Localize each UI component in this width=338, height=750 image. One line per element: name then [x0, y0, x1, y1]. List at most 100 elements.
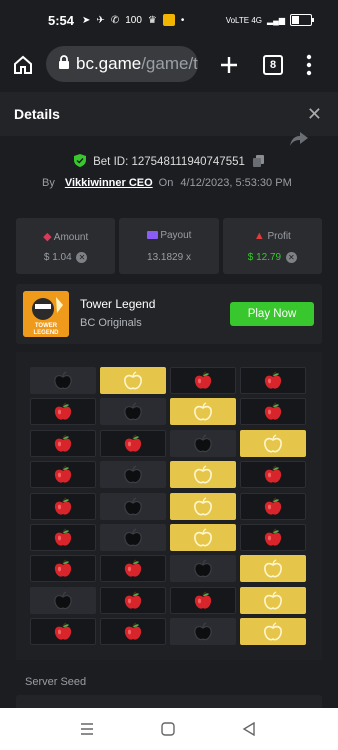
tower-cell-bomb — [170, 555, 236, 582]
tower-cell-gold — [240, 555, 306, 582]
more-menu-icon[interactable] — [305, 54, 313, 76]
apple-icon — [53, 401, 73, 422]
tower-cell-bomb — [100, 493, 166, 520]
status-bar: 5:54 ➤ ✈ ✆ 100 ♛ • VoLTE 4G ▂▄▆ — [0, 0, 338, 40]
tower-cell-apple — [170, 367, 236, 394]
apple-icon — [53, 558, 73, 579]
bet-datetime: 4/12/2023, 5:53:30 PM — [180, 177, 292, 189]
bomb-apple-icon — [123, 496, 143, 517]
home-nav-icon[interactable] — [161, 722, 175, 736]
profit-value-row: $ 12.79 ✕ — [223, 252, 322, 263]
game-name: Tower Legend — [80, 297, 156, 311]
apple-icon — [263, 370, 283, 391]
tower-cell-bomb — [170, 430, 236, 457]
currency-icon: ✕ — [285, 252, 297, 263]
gold-apple-icon — [193, 464, 213, 485]
tower-cell-apple — [100, 587, 166, 614]
on-label: On — [158, 177, 174, 189]
verified-shield-icon — [73, 154, 86, 170]
bet-id-label: Bet ID: — [93, 156, 129, 169]
amount-stat: ◆ Amount $ 1.04 ✕ — [16, 218, 116, 274]
recents-icon[interactable] — [80, 723, 94, 735]
new-tab-icon[interactable] — [219, 55, 239, 75]
gold-apple-icon — [263, 558, 283, 579]
home-icon[interactable] — [12, 54, 34, 76]
signal-text: VoLTE 4G — [225, 15, 263, 25]
bomb-apple-icon — [123, 464, 143, 485]
tower-cell-gold — [240, 618, 306, 645]
dot-icon: • — [180, 14, 185, 26]
profit-icon: ▲ — [253, 230, 265, 242]
amount-value-row: $ 1.04 ✕ — [16, 252, 115, 263]
tower-cell-gold — [170, 493, 236, 520]
gold-apple-icon — [193, 401, 213, 422]
browser-toolbar: bc.game/game/t 8 — [0, 40, 338, 92]
by-label: By — [42, 177, 55, 189]
share-icon[interactable] — [290, 132, 308, 146]
payout-stat: Payout 13.1829 x — [119, 218, 219, 274]
address-bar[interactable]: bc.game/game/t — [46, 46, 198, 82]
amount-label-row: ◆ Amount — [16, 230, 115, 243]
payout-label-row: Payout — [119, 230, 218, 241]
apple-icon — [53, 527, 73, 548]
tower-cell-bomb — [100, 398, 166, 425]
apple-icon — [123, 433, 143, 454]
play-now-button[interactable]: Play Now — [230, 302, 314, 326]
tower-cell-gold — [100, 367, 166, 394]
gold-apple-icon — [193, 496, 213, 517]
tower-cell-bomb — [30, 587, 96, 614]
apple-icon — [263, 401, 283, 422]
bomb-apple-icon — [123, 527, 143, 548]
apple-icon — [193, 590, 213, 611]
url-path: /game/t — [141, 54, 198, 73]
bet-id-line: Bet ID: 127548111940747551 — [0, 154, 338, 170]
location-icon: ➤ — [82, 14, 91, 26]
tower-cell-apple — [30, 461, 96, 488]
tower-cell-bomb — [100, 461, 166, 488]
tower-cell-gold — [170, 461, 236, 488]
apple-icon — [123, 590, 143, 611]
bet-byline: By Vikkiwinner CEO On 4/12/2023, 5:53:30 P… — [42, 177, 292, 189]
gold-apple-icon — [263, 433, 283, 454]
close-icon[interactable]: ✕ — [307, 104, 322, 125]
tower-cell-gold — [240, 587, 306, 614]
apple-icon — [263, 496, 283, 517]
whatsapp-icon: ✆ — [110, 14, 120, 26]
back-icon[interactable] — [242, 722, 256, 736]
payout-icon — [146, 231, 158, 240]
tower-cell-apple — [240, 367, 306, 394]
copy-icon[interactable] — [253, 154, 265, 170]
apple-icon — [263, 464, 283, 485]
profit-label: Profit — [267, 231, 291, 242]
bet-stats: ◆ Amount $ 1.04 ✕ Payout 13.1829 x ▲ Pro… — [16, 218, 322, 274]
tower-cell-bomb — [170, 618, 236, 645]
bomb-apple-icon — [193, 558, 213, 579]
thumb-text: TOWER LEGEND — [33, 323, 59, 336]
crown-icon: ♛ — [147, 14, 157, 26]
game-thumbnail[interactable]: TOWER LEGEND — [23, 291, 69, 337]
tower-cell-apple — [30, 618, 96, 645]
profit-value: $ 12.79 — [247, 252, 282, 264]
tower-cell-apple — [30, 555, 96, 582]
tower-cell-apple — [240, 493, 306, 520]
gold-apple-icon — [123, 370, 143, 391]
status-icons: ➤ ✈ ✆ 100 ♛ • — [82, 14, 184, 26]
tower-cell-apple — [240, 524, 306, 551]
profit-label-row: ▲ Profit — [223, 230, 322, 242]
apple-icon — [263, 527, 283, 548]
tower-cell-apple — [30, 430, 96, 457]
game-card: TOWER LEGEND Tower Legend BC Originals P… — [16, 284, 322, 344]
bomb-apple-icon — [193, 621, 213, 642]
details-title: Details — [14, 106, 60, 122]
server-seed-label: Server Seed — [25, 676, 87, 688]
bomb-apple-icon — [193, 433, 213, 454]
bomb-apple-icon — [123, 401, 143, 422]
tab-switcher-button[interactable]: 8 — [263, 55, 283, 75]
apple-icon — [53, 496, 73, 517]
bet-user-link[interactable]: Vikkiwinner CEO — [65, 177, 153, 189]
details-header: Details ✕ — [0, 92, 338, 136]
gold-apple-icon — [263, 621, 283, 642]
bomb-apple-icon — [53, 590, 73, 611]
amount-icon: ◆ — [43, 231, 52, 243]
apple-icon — [53, 464, 73, 485]
